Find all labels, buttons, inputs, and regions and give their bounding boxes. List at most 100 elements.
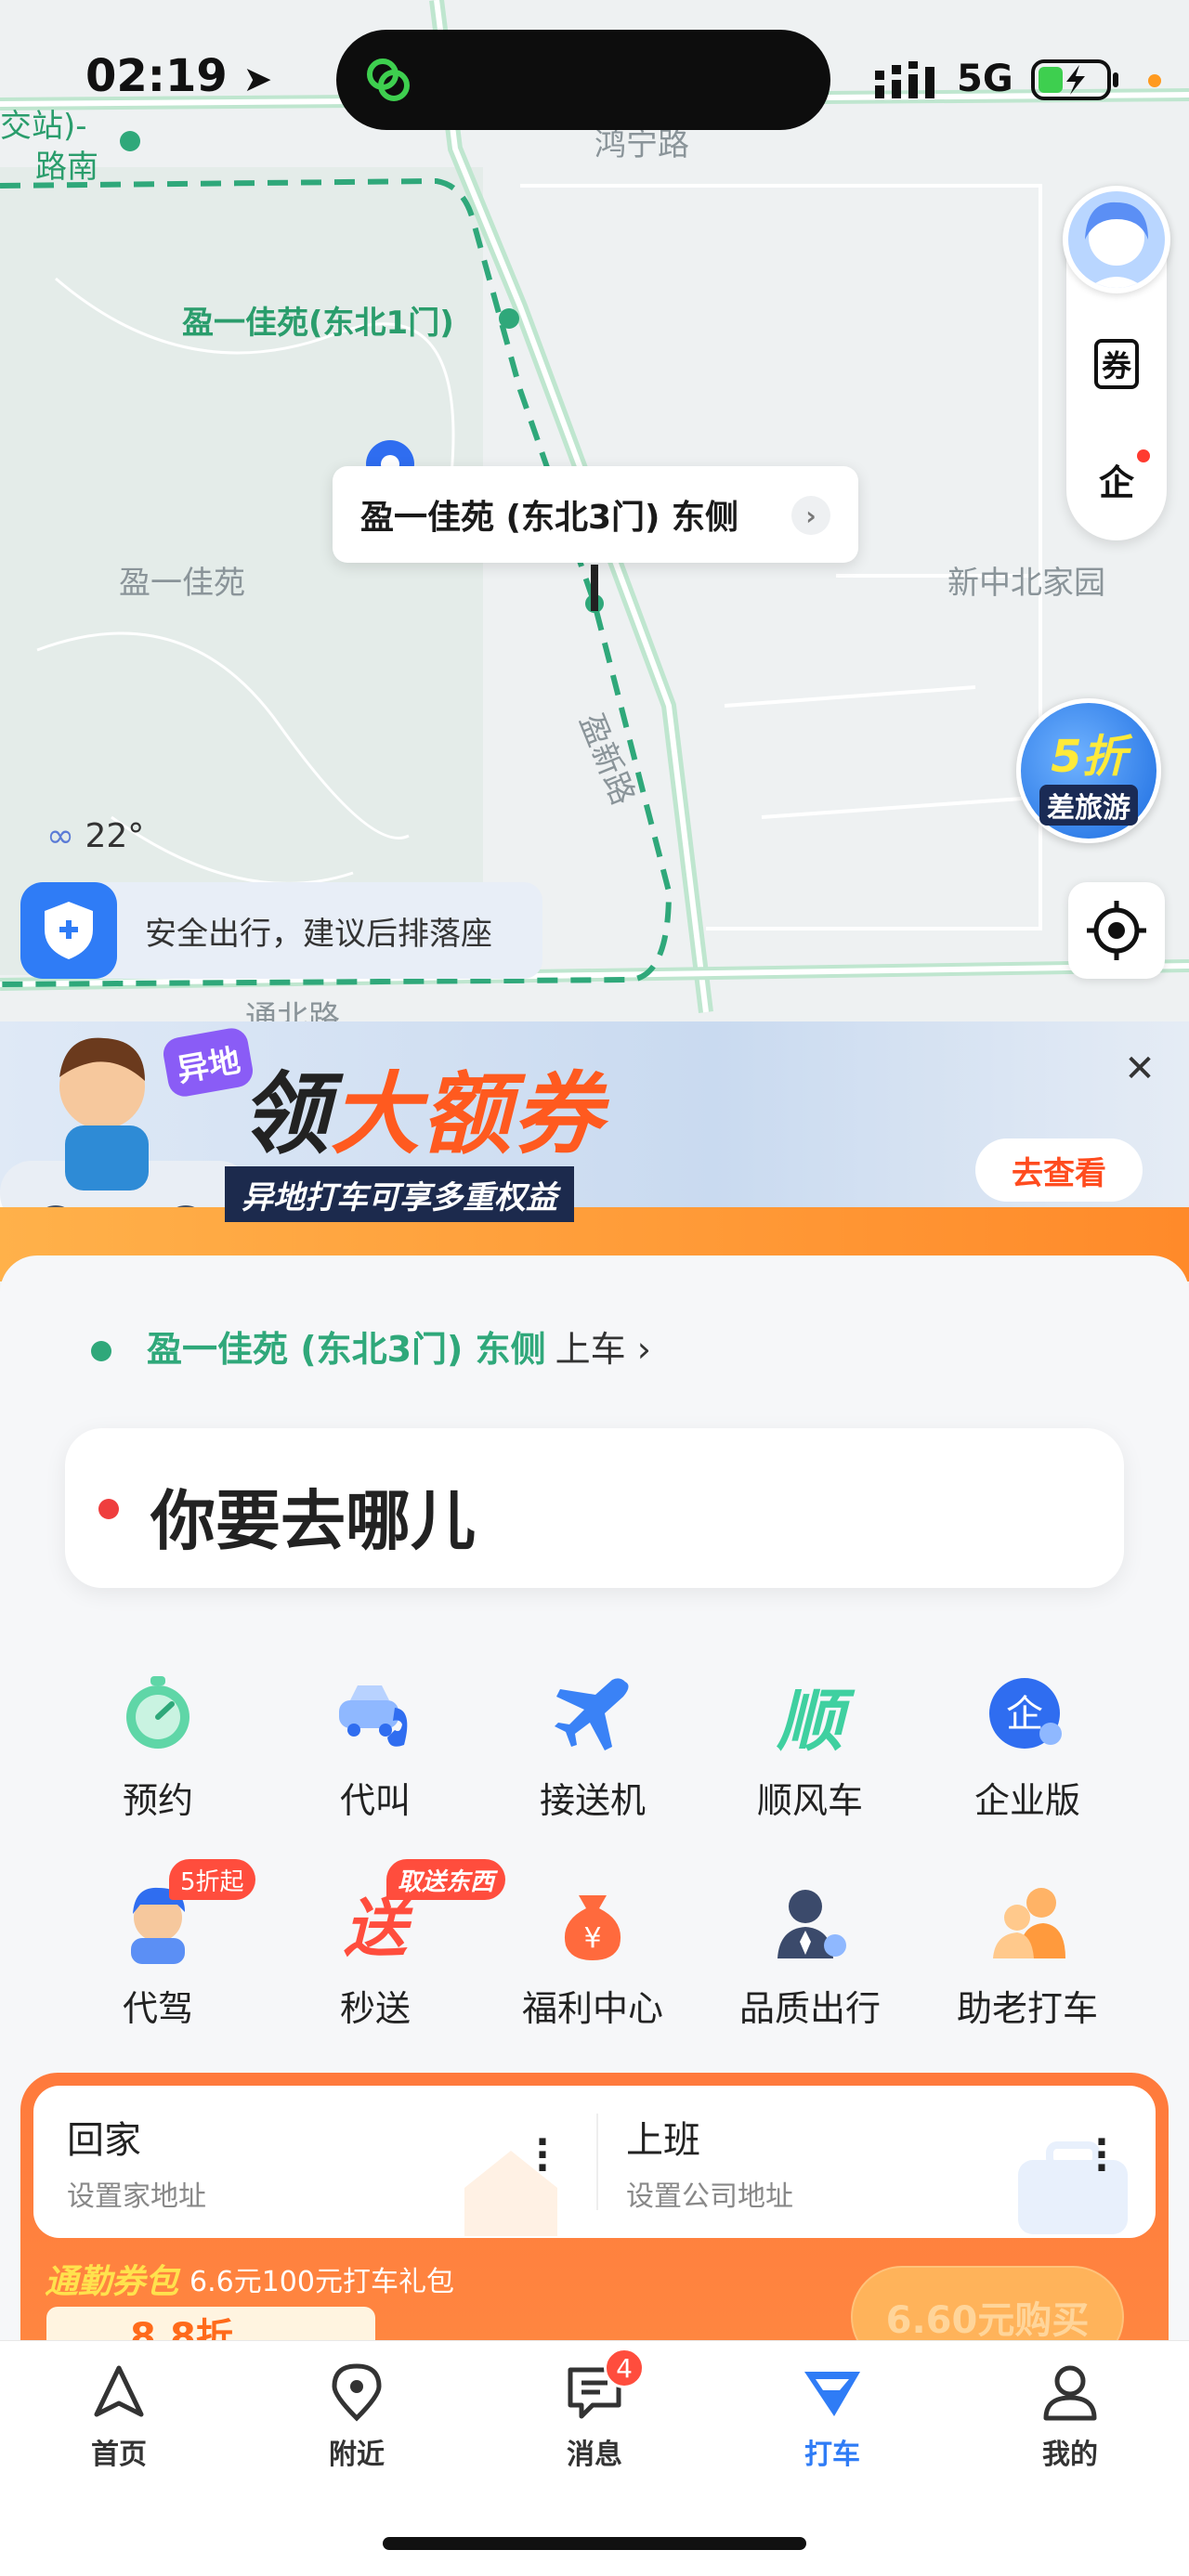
- service-airport[interactable]: 接送机: [500, 1668, 686, 1823]
- service-premium[interactable]: 品质出行: [717, 1876, 903, 2031]
- pickup-suffix: 上车 ›: [555, 1329, 651, 1370]
- banner-subtitle: 异地打车可享多重权益: [225, 1166, 574, 1222]
- premium-driver-icon: [764, 1876, 856, 1969]
- home-title: 回家: [67, 2119, 141, 2162]
- destination-input[interactable]: 你要去哪儿: [65, 1428, 1124, 1588]
- home-indicator: [383, 2537, 806, 2550]
- battery-icon: [1031, 59, 1118, 100]
- crosshair-icon: [1087, 901, 1146, 960]
- clock: 02:19 ➤: [85, 50, 273, 102]
- person-icon: [1040, 2362, 1100, 2422]
- tab-home[interactable]: 首页: [45, 2362, 193, 2472]
- safety-tip[interactable]: 安全出行，建议后排落座: [20, 882, 542, 979]
- carpool-icon: 顺: [776, 1681, 843, 1760]
- work-subtitle: 设置公司地址: [626, 2180, 793, 2213]
- pickup-location-row[interactable]: 盈一佳苑 (东北3门) 东侧 上车 ›: [91, 1321, 651, 1372]
- home-more-icon[interactable]: · · ·: [533, 2124, 552, 2187]
- svg-text:企: 企: [1006, 1693, 1043, 1736]
- map-label: 盈一佳苑(东北1门): [182, 305, 454, 342]
- privacy-dot: [1148, 74, 1161, 87]
- divider: [596, 2114, 598, 2210]
- service-designated-driver[interactable]: 5折起 代驾: [65, 1859, 255, 2031]
- coupon-button[interactable]: 券: [1087, 334, 1146, 394]
- pickup-bubble[interactable]: 盈一佳苑 (东北3门) 东侧 ›: [333, 466, 858, 563]
- pack-title: 通勤券包: [45, 2263, 179, 2301]
- service-label: 助老打车: [956, 1988, 1098, 2029]
- banner-title: 领大额券: [240, 1062, 604, 1166]
- map-label: 盈一佳苑: [119, 565, 245, 602]
- navigate-icon: [89, 2362, 149, 2422]
- service-label: 秒送: [339, 1988, 411, 2029]
- network-type: 5G: [957, 58, 1013, 100]
- temperature: 22°: [85, 817, 145, 855]
- service-welfare[interactable]: ¥ 福利中心: [500, 1876, 686, 2031]
- haze-icon: ∞: [46, 817, 74, 855]
- airplane-icon: [546, 1668, 639, 1761]
- avatar[interactable]: [1063, 186, 1170, 293]
- location-pin-icon: [327, 2362, 386, 2422]
- safety-tip-text: 安全出行，建议后排落座: [145, 915, 492, 953]
- money-bag-icon: ¥: [546, 1876, 639, 1969]
- chevron-right-icon: ›: [791, 496, 830, 535]
- service-reserve[interactable]: 预约: [65, 1668, 251, 1823]
- red-dot: [1137, 449, 1150, 462]
- delivery-icon: 送 取送东西: [329, 1859, 506, 1969]
- message-count-badge: 4: [604, 2348, 645, 2388]
- service-label: 接送机: [539, 1780, 646, 1821]
- service-label: 代驾: [122, 1988, 193, 2029]
- service-label: 福利中心: [521, 1988, 663, 2029]
- tab-label: 消息: [567, 2439, 622, 2471]
- tab-profile[interactable]: 我的: [996, 2362, 1144, 2472]
- enterprise-button[interactable]: 企: [1087, 449, 1150, 509]
- dynamic-island: [336, 30, 830, 130]
- stopwatch-icon: [111, 1668, 204, 1761]
- locate-button[interactable]: [1068, 882, 1165, 979]
- service-call-for-others[interactable]: 代叫: [282, 1668, 468, 1823]
- banner-view-button[interactable]: 去查看: [975, 1138, 1143, 1202]
- home-subtitle: 设置家地址: [67, 2180, 206, 2213]
- tab-label: 打车: [804, 2439, 860, 2471]
- promo-badge-line2: 差旅游: [1039, 785, 1138, 826]
- tab-label: 首页: [91, 2439, 147, 2471]
- tab-messages[interactable]: 4 消息: [520, 2348, 669, 2472]
- status-bar: 02:19 ➤ 5G: [0, 0, 1189, 158]
- destination-dot-icon: [98, 1499, 119, 1519]
- tab-label: 附近: [329, 2439, 385, 2471]
- tab-taxi[interactable]: 打车: [758, 2362, 907, 2472]
- pickup-bubble-label: 盈一佳苑 (东北3门) 东侧: [360, 499, 739, 537]
- service-label: 顺风车: [756, 1780, 863, 1821]
- service-enterprise[interactable]: 企 企业版: [934, 1668, 1120, 1823]
- driver-icon: 5折起: [111, 1859, 255, 1969]
- close-icon[interactable]: ✕: [1118, 1047, 1161, 1090]
- tab-nearby[interactable]: 附近: [282, 2362, 431, 2472]
- service-elderly[interactable]: 助老打车: [934, 1876, 1120, 2031]
- tab-label: 我的: [1042, 2439, 1098, 2471]
- coupon-icon: 券: [1093, 339, 1139, 389]
- enterprise-icon: 企: [981, 1668, 1074, 1761]
- weather: ∞ 22°: [46, 817, 144, 855]
- shield-icon: [20, 882, 117, 979]
- pickup-name: 盈一佳苑 (东北3门) 东侧: [147, 1329, 546, 1370]
- service-badge: 5折起: [169, 1859, 255, 1900]
- service-label: 品质出行: [738, 1988, 881, 2029]
- avatar-face-icon: [1085, 202, 1148, 288]
- service-delivery[interactable]: 送 取送东西 秒送: [282, 1859, 506, 2031]
- work-title: 上班: [626, 2119, 700, 2162]
- svg-text:¥: ¥: [583, 1922, 601, 1955]
- destination-placeholder: 你要去哪儿: [150, 1483, 476, 1559]
- service-label: 代叫: [339, 1780, 411, 1821]
- promo-badge-line1: 5折: [1051, 731, 1127, 783]
- signal-icon: [875, 61, 934, 98]
- link-icon: [367, 59, 410, 101]
- service-carpool[interactable]: 顺 顺风车: [717, 1668, 903, 1823]
- location-arrow-icon: ➤: [242, 59, 273, 99]
- pack-subtitle: 6.6元100元打车礼包: [189, 2266, 454, 2298]
- message-icon: 4: [565, 2348, 645, 2422]
- briefcase-icon: [1018, 2141, 1128, 2234]
- promo-badge[interactable]: 5折 差旅游: [1016, 698, 1161, 843]
- service-badge: 取送东西: [386, 1859, 506, 1900]
- work-more-icon[interactable]: · · ·: [1092, 2124, 1111, 2187]
- car-phone-icon: [329, 1668, 422, 1761]
- taxi-icon: [803, 2362, 862, 2422]
- service-label: 预约: [122, 1780, 193, 1821]
